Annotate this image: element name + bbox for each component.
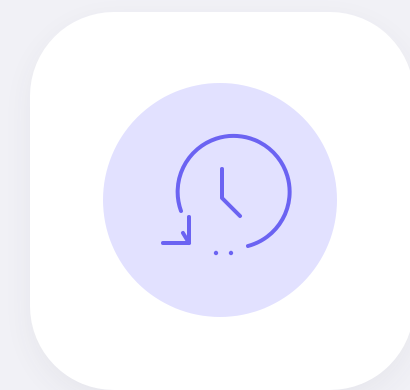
history-icon: [161, 133, 292, 256]
icon-badge: [103, 83, 337, 317]
